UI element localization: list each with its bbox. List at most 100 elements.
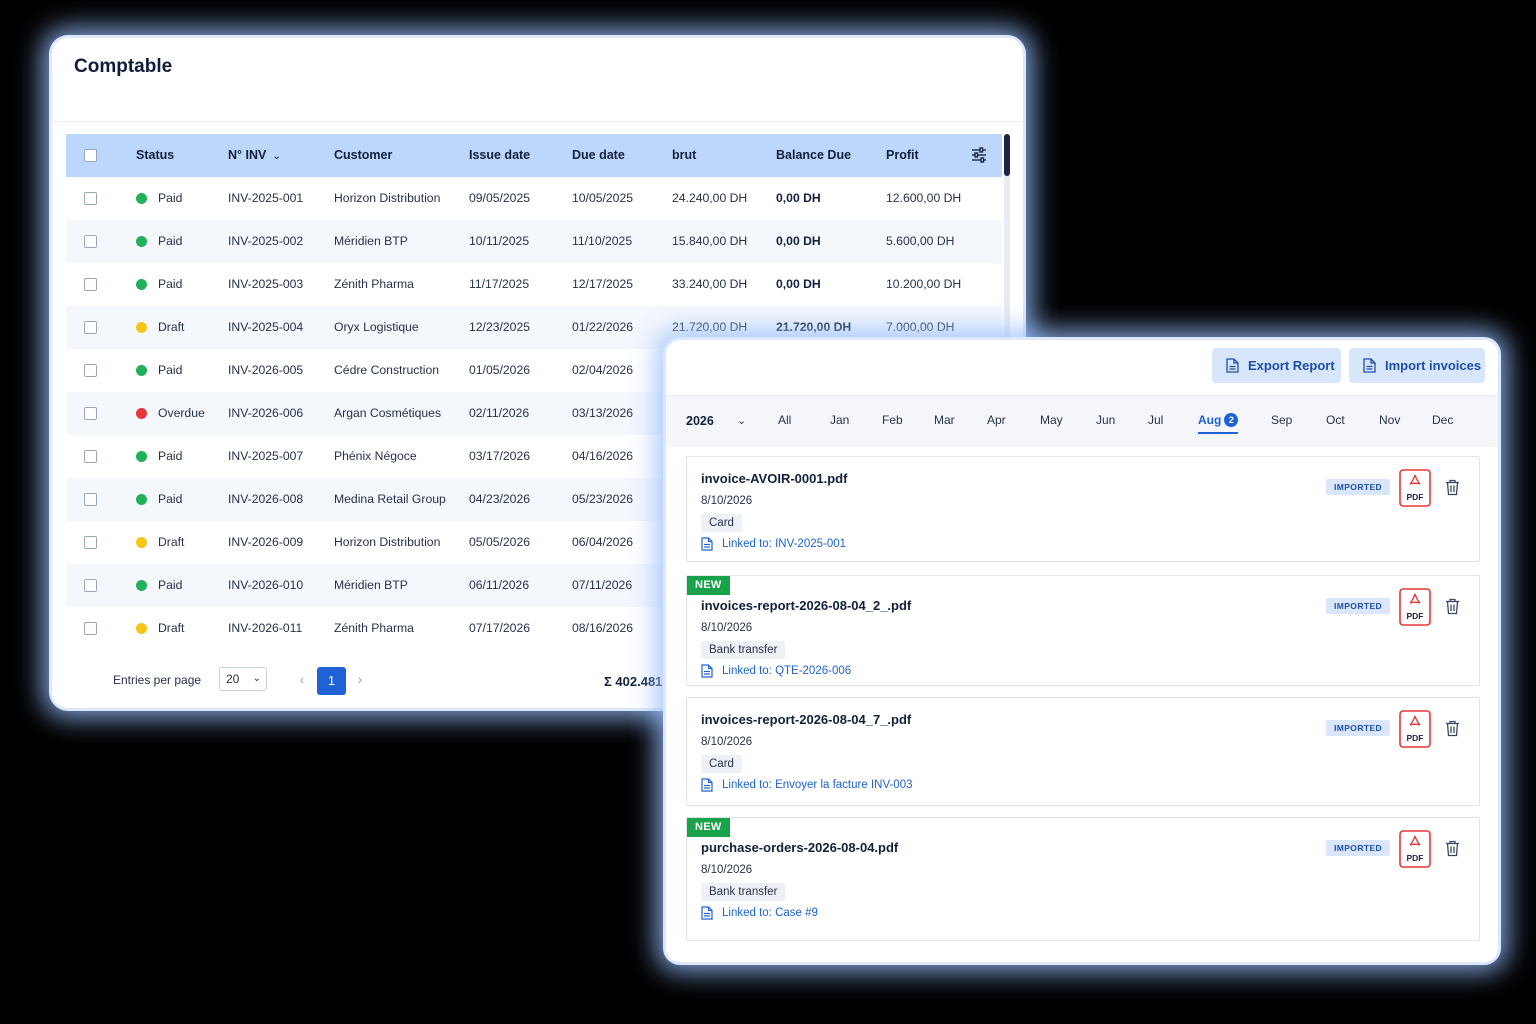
month-tab-jul[interactable]: Jul (1148, 396, 1163, 448)
app-title: Comptable (74, 56, 173, 77)
pdf-icon[interactable]: PDF (1399, 710, 1431, 748)
linked-to-label: Linked to: QTE-2026-006 (722, 665, 852, 677)
imported-file-card[interactable]: invoice-AVOIR-0001.pdf 8/10/2026 Card Linke… (686, 456, 1480, 562)
row-due-date: 06/04/2026 (572, 535, 633, 549)
month-tab-sep[interactable]: Sep (1271, 396, 1292, 448)
new-badge: NEW (687, 576, 730, 595)
export-report-button[interactable]: Export Report (1212, 348, 1341, 383)
month-tab-mar[interactable]: Mar (934, 396, 955, 448)
status-dot (136, 451, 147, 462)
row-checkbox[interactable] (84, 579, 97, 592)
row-checkbox[interactable] (84, 364, 97, 377)
imported-file-card[interactable]: invoices-report-2026-08-04_7_.pdf 8/10/20… (686, 697, 1480, 806)
row-checkbox[interactable] (84, 407, 97, 420)
file-name[interactable]: invoices-report-2026-08-04_2_.pdf (701, 598, 911, 613)
new-badge: NEW (687, 818, 730, 837)
row-checkbox[interactable] (84, 235, 97, 248)
linked-to-link[interactable]: Linked to: INV-2025-001 (701, 537, 846, 551)
import-invoices-button[interactable]: Import invoices (1349, 348, 1485, 383)
status-dot (136, 365, 147, 376)
pdf-icon[interactable]: PDF (1399, 588, 1431, 626)
month-tab-apr[interactable]: Apr (987, 396, 1006, 448)
prev-page-button[interactable]: ‹ (295, 667, 309, 691)
pdf-icon[interactable]: PDF (1399, 469, 1431, 507)
month-tab-oct[interactable]: Oct (1326, 396, 1345, 448)
row-profit: 10.200,00 DH (886, 277, 962, 291)
trash-icon[interactable] (1445, 720, 1460, 737)
select-all-checkbox[interactable] (84, 149, 97, 162)
row-due-date: 11/10/2025 (572, 234, 633, 248)
row-inv-number: INV-2025-004 (228, 320, 304, 334)
file-name[interactable]: invoices-report-2026-08-04_7_.pdf (701, 712, 911, 727)
month-tab-nov[interactable]: Nov (1379, 396, 1400, 448)
month-tab-dec[interactable]: Dec (1432, 396, 1453, 448)
row-customer: Horizon Distribution (334, 191, 441, 205)
file-date: 8/10/2026 (701, 736, 753, 748)
month-tab-jun[interactable]: Jun (1096, 396, 1115, 448)
col-customer[interactable]: Customer (334, 134, 392, 177)
row-customer: Zénith Pharma (334, 621, 414, 635)
linked-to-link[interactable]: Linked to: QTE-2026-006 (701, 664, 852, 678)
imported-file-card[interactable]: NEW invoices-report-2026-08-04_2_.pdf 8/10… (686, 575, 1480, 686)
row-checkbox[interactable] (84, 493, 97, 506)
pdf-icon[interactable]: PDF (1399, 830, 1431, 868)
row-inv-number: INV-2025-003 (228, 277, 304, 291)
col-balance-due[interactable]: Balance Due (776, 134, 851, 177)
entries-per-page-select[interactable]: 20 ⌄ (219, 667, 267, 691)
row-brut: 24.240,00 DH (672, 191, 748, 205)
month-label: Jul (1148, 413, 1164, 427)
col-issue-date[interactable]: Issue date (469, 134, 530, 177)
table-row[interactable]: Paid INV-2025-002 Méridien BTP 10/11/2025 11… (66, 220, 1002, 263)
trash-icon[interactable] (1445, 598, 1460, 615)
row-checkbox[interactable] (84, 622, 97, 635)
row-checkbox[interactable] (84, 278, 97, 291)
col-inv-number[interactable]: N° INV ⌄ (228, 134, 281, 177)
col-inv-number-label: N° INV (228, 148, 267, 162)
linked-to-link[interactable]: Linked to: Envoyer la facture INV-003 (701, 778, 913, 792)
col-due-date[interactable]: Due date (572, 134, 625, 177)
table-row[interactable]: Paid INV-2025-003 Zénith Pharma 11/17/2025 1… (66, 263, 1002, 306)
row-brut: 15.840,00 DH (672, 234, 748, 248)
month-tab-feb[interactable]: Feb (882, 396, 903, 448)
row-inv-number: INV-2026-008 (228, 492, 304, 506)
col-brut[interactable]: brut (672, 134, 696, 177)
row-checkbox[interactable] (84, 536, 97, 549)
linked-to-link[interactable]: Linked to: Case #9 (701, 906, 818, 920)
current-page-button[interactable]: 1 (317, 667, 346, 695)
row-checkbox[interactable] (84, 321, 97, 334)
table-row[interactable]: Paid INV-2025-001 Horizon Distribution 09/0… (66, 177, 1002, 220)
month-label: Apr (987, 413, 1006, 427)
row-due-date: 04/16/2026 (572, 449, 633, 463)
trash-icon[interactable] (1445, 479, 1460, 496)
next-page-button[interactable]: › (353, 667, 367, 691)
chevron-down-icon[interactable]: ⌄ (737, 414, 746, 427)
col-profit[interactable]: Profit (886, 134, 919, 177)
month-label: Sep (1271, 413, 1293, 427)
table-header: Status N° INV ⌄ Customer Issue date Due d… (66, 134, 1002, 177)
pdf-label: PDF (1407, 853, 1424, 863)
linked-to-label: Linked to: Case #9 (722, 907, 818, 919)
row-status: Draft (158, 621, 185, 635)
file-name[interactable]: purchase-orders-2026-08-04.pdf (701, 840, 898, 855)
year-select[interactable]: 2026 (686, 414, 714, 428)
table-scrollbar-thumb[interactable] (1004, 134, 1010, 176)
imported-file-card[interactable]: NEW purchase-orders-2026-08-04.pdf 8/10/20… (686, 817, 1480, 941)
month-tab-all[interactable]: All (778, 396, 791, 448)
month-tab-aug[interactable]: Aug 2 (1198, 396, 1239, 448)
file-name[interactable]: invoice-AVOIR-0001.pdf (701, 471, 847, 486)
file-icon (701, 778, 713, 792)
imported-status-badge: IMPORTED (1326, 840, 1391, 856)
chevron-down-icon: ⌄ (252, 673, 261, 684)
row-due-date: 10/05/2025 (572, 191, 633, 205)
row-profit: 5.600,00 DH (886, 234, 955, 248)
month-tab-may[interactable]: May (1040, 396, 1063, 448)
row-due-date: 02/04/2026 (572, 363, 633, 377)
trash-icon[interactable] (1445, 840, 1460, 857)
row-issue-date: 03/17/2026 (469, 449, 530, 463)
row-checkbox[interactable] (84, 192, 97, 205)
month-tab-jan[interactable]: Jan (830, 396, 849, 448)
row-checkbox[interactable] (84, 450, 97, 463)
row-customer: Oryx Logistique (334, 320, 419, 334)
sliders-icon[interactable] (971, 147, 987, 163)
col-status[interactable]: Status (136, 134, 174, 177)
